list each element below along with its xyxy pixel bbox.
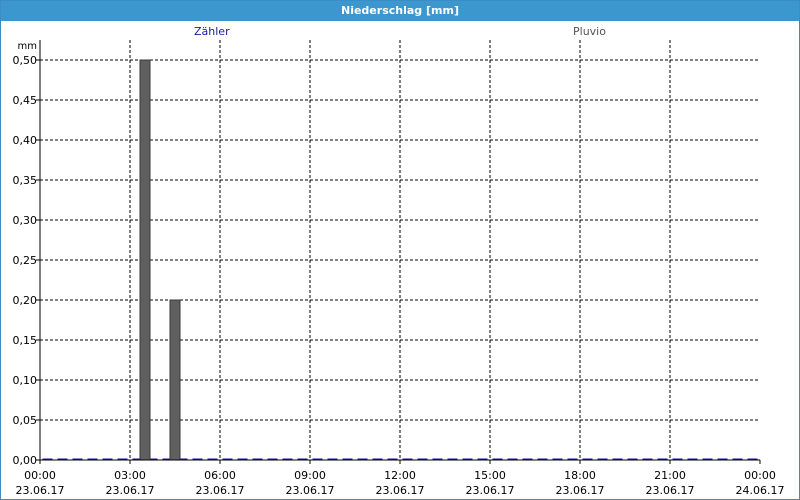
y-tick-label: 0,50 bbox=[13, 54, 38, 67]
y-tick-label: 0,05 bbox=[13, 414, 38, 427]
x-tick-time: 18:00 bbox=[564, 469, 596, 482]
x-tick-date: 23.06.17 bbox=[556, 484, 605, 497]
bar bbox=[169, 299, 181, 461]
x-tick-date: 23.06.17 bbox=[16, 484, 65, 497]
x-tick-date: 24.06.17 bbox=[736, 484, 785, 497]
x-tick-date: 23.06.17 bbox=[376, 484, 425, 497]
x-tick-time: 09:00 bbox=[294, 469, 326, 482]
y-tick-label: 0,35 bbox=[13, 174, 38, 187]
y-tick-label: 0,15 bbox=[13, 334, 38, 347]
x-tick-date: 23.06.17 bbox=[196, 484, 245, 497]
x-tick-time: 03:00 bbox=[114, 469, 146, 482]
x-tick-date: 23.06.17 bbox=[286, 484, 335, 497]
x-tick-date: 23.06.17 bbox=[646, 484, 695, 497]
x-tick-time: 00:00 bbox=[744, 469, 776, 482]
x-tick-time: 15:00 bbox=[474, 469, 506, 482]
x-tick-time: 06:00 bbox=[204, 469, 236, 482]
x-tick-time: 00:00 bbox=[24, 469, 56, 482]
precipitation-chart: 0,00 0,05 0,10 0,15 0,20 0,25 0,30 0,35 0,40 0,45… bbox=[13, 40, 785, 497]
x-tick-time: 21:00 bbox=[654, 469, 686, 482]
y-tick-label: 0,25 bbox=[13, 254, 38, 267]
y-tick-label: 0,30 bbox=[13, 214, 38, 227]
x-tick-time: 12:00 bbox=[384, 469, 416, 482]
bar bbox=[139, 59, 151, 461]
x-tick-date: 23.06.17 bbox=[466, 484, 515, 497]
y-axis-unit-label: mm bbox=[18, 41, 37, 52]
y-tick-label: 0,45 bbox=[13, 94, 38, 107]
y-tick-label: 0,40 bbox=[13, 134, 38, 147]
x-tick-date: 23.06.17 bbox=[106, 484, 155, 497]
y-tick-label: 0,10 bbox=[13, 374, 38, 387]
y-tick-label: 0,20 bbox=[13, 294, 38, 307]
y-tick-label: 0,00 bbox=[13, 454, 38, 467]
